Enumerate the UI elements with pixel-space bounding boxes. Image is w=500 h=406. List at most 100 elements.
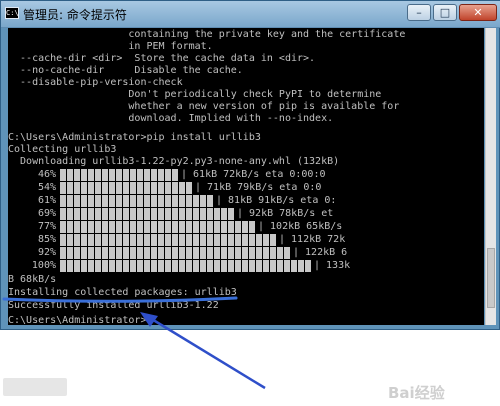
- progress-percent: 100%: [31, 260, 56, 271]
- blurred-text: [3, 378, 67, 396]
- progress-block: [102, 234, 108, 246]
- progress-block: [144, 182, 150, 194]
- progress-block: [158, 169, 164, 181]
- progress-block: [242, 260, 248, 272]
- progress-block: [270, 260, 276, 272]
- progress-block: [144, 234, 150, 246]
- progress-status: | 122kB 6: [293, 247, 348, 258]
- progress-status: | 133k: [314, 260, 351, 271]
- progress-block: [235, 221, 241, 233]
- progress-block: [60, 195, 66, 207]
- progress-block: [60, 234, 66, 246]
- minimize-button[interactable]: –: [407, 4, 431, 21]
- progress-status: | 92kB 78kB/s et: [237, 208, 334, 219]
- progress-block: [67, 208, 73, 220]
- progress-block: [81, 208, 87, 220]
- progress-status: | 81kB 91kB/s eta 0:: [216, 195, 337, 206]
- progress-block: [130, 234, 136, 246]
- progress-block: [144, 169, 150, 181]
- progress-block: [277, 260, 283, 272]
- progress-block: [193, 195, 199, 207]
- progress-block: [151, 182, 157, 194]
- progress-block: [109, 221, 115, 233]
- progress-block: [207, 234, 213, 246]
- progress-block: [158, 221, 164, 233]
- progress-block: [102, 208, 108, 220]
- progress-block: [60, 260, 66, 272]
- progress-block: [88, 208, 94, 220]
- progress-block: [137, 195, 143, 207]
- progress-block: [116, 247, 122, 259]
- progress-block: [186, 260, 192, 272]
- progress-block: [137, 247, 143, 259]
- progress-block: [228, 234, 234, 246]
- progress-block: [165, 247, 171, 259]
- progress-block: [214, 247, 220, 259]
- console-output[interactable]: containing the private key and the certi…: [8, 28, 484, 325]
- success-message: Successfully installed urllib3-1.22: [8, 300, 219, 311]
- progress-block: [116, 221, 122, 233]
- progress-block: [242, 247, 248, 259]
- progress-block: [221, 247, 227, 259]
- progress-block: [172, 221, 178, 233]
- progress-block: [130, 182, 136, 194]
- progress-block: [151, 221, 157, 233]
- progress-block: [186, 221, 192, 233]
- progress-block: [179, 182, 185, 194]
- progress-block: [200, 195, 206, 207]
- progress-block: [298, 260, 304, 272]
- progress-block: [207, 260, 213, 272]
- progress-block: [74, 221, 80, 233]
- progress-block: [123, 234, 129, 246]
- progress-percent: 92%: [37, 247, 56, 258]
- progress-block: [151, 169, 157, 181]
- progress-block: [95, 260, 101, 272]
- progress-block: [214, 260, 220, 272]
- progress-block: [74, 234, 80, 246]
- progress-block: [102, 247, 108, 259]
- progress-status: | 71kB 79kB/s eta 0:0: [195, 182, 322, 193]
- scrollbar-thumb[interactable]: [487, 248, 495, 308]
- progress-block: [193, 234, 199, 246]
- progress-block: [123, 169, 129, 181]
- progress-block: [158, 195, 164, 207]
- progress-block: [116, 195, 122, 207]
- progress-block: [158, 260, 164, 272]
- progress-block: [81, 234, 87, 246]
- progress-block: [109, 260, 115, 272]
- progress-block: [256, 234, 262, 246]
- progress-block: [242, 221, 248, 233]
- progress-block: [172, 247, 178, 259]
- console-line: B 68kB/s: [8, 274, 57, 285]
- progress-block: [165, 221, 171, 233]
- progress-block: [207, 208, 213, 220]
- progress-block: [60, 221, 66, 233]
- progress-block: [214, 208, 220, 220]
- progress-block: [200, 221, 206, 233]
- progress-block: [263, 260, 269, 272]
- progress-block: [109, 234, 115, 246]
- progress-block: [284, 260, 290, 272]
- title-bar[interactable]: C:\ 管理员: 命令提示符 – □ ✕: [1, 1, 500, 28]
- progress-block: [95, 182, 101, 194]
- progress-block: [67, 260, 73, 272]
- progress-block: [172, 169, 178, 181]
- progress-block: [95, 234, 101, 246]
- maximize-button[interactable]: □: [433, 4, 457, 21]
- command-prompt-line[interactable]: C:\Users\Administrator>: [8, 314, 146, 325]
- progress-block: [102, 221, 108, 233]
- progress-block: [228, 260, 234, 272]
- progress-block: [67, 221, 73, 233]
- progress-block: [60, 247, 66, 259]
- progress-block: [235, 234, 241, 246]
- progress-block: [109, 182, 115, 194]
- progress-block: [95, 247, 101, 259]
- progress-block: [130, 221, 136, 233]
- close-button[interactable]: ✕: [459, 4, 497, 21]
- vertical-scrollbar[interactable]: [485, 28, 496, 325]
- progress-block: [221, 208, 227, 220]
- progress-block: [88, 182, 94, 194]
- progress-block: [102, 169, 108, 181]
- progress-block: [179, 195, 185, 207]
- progress-block: [165, 182, 171, 194]
